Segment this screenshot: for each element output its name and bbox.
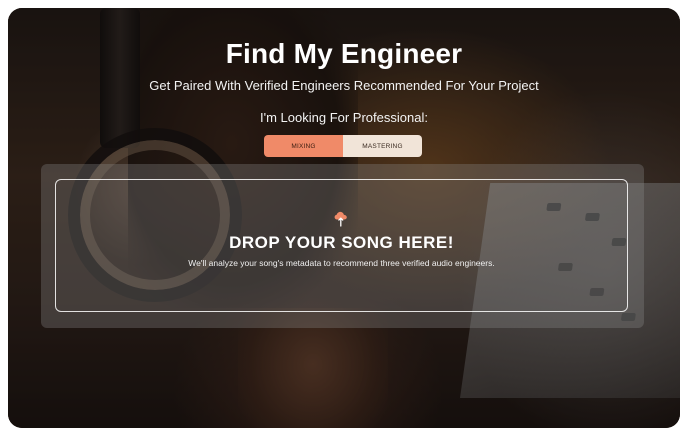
toggle-mixing-button[interactable]: MIXING (264, 135, 343, 157)
service-toggle: MIXING MASTERING (264, 135, 422, 157)
dropzone-title: DROP YOUR SONG HERE! (229, 233, 454, 252)
song-dropzone[interactable]: DROP YOUR SONG HERE! We'll analyze your … (55, 179, 628, 312)
upload-panel: DROP YOUR SONG HERE! We'll analyze your … (41, 164, 644, 328)
upload-cloud-icon (334, 211, 347, 227)
hero-section: Find My Engineer Get Paired With Verifie… (8, 8, 680, 428)
page-subtitle: Get Paired With Verified Engineers Recom… (149, 78, 539, 93)
toggle-mastering-button[interactable]: MASTERING (343, 135, 422, 157)
hero-content: Find My Engineer Get Paired With Verifie… (8, 8, 680, 428)
page-title: Find My Engineer (225, 38, 463, 69)
dropzone-description: We'll analyze your song's metadata to re… (188, 258, 495, 268)
professional-prompt: I'm Looking For Professional: (260, 110, 428, 125)
